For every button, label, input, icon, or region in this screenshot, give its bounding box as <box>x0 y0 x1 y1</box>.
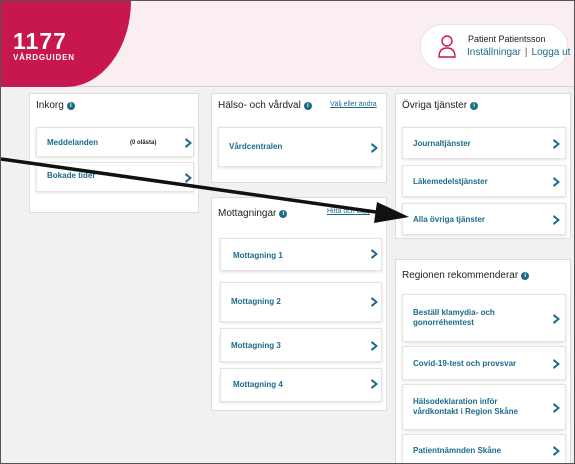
all-other-services-item[interactable]: Alla övriga tjänster <box>402 203 566 235</box>
clinic-label: Mottagning 4 <box>233 380 283 389</box>
patient-board-label: Patientnämnden Skåne <box>413 446 502 455</box>
divider: | <box>524 47 528 58</box>
other-services-title-text: Övriga tjänster <box>402 100 468 111</box>
info-icon[interactable]: i <box>470 102 479 110</box>
inbox-card: Inkorg i Meddelanden (0 olästa) Bokade ti… <box>29 93 199 213</box>
page-frame: 1177 VÅRDGUIDEN Patient Patientsson Inst… <box>0 0 575 464</box>
health-declaration-line2: vårdkontakt i Region Skåne <box>413 407 518 416</box>
chevron-right-icon <box>185 173 192 183</box>
chevron-right-icon <box>371 297 378 307</box>
health-declaration-item[interactable]: Hälsodeklaration inför vårdkontakt i Reg… <box>402 384 566 430</box>
patient-board-item[interactable]: Patientnämnden Skåne <box>402 434 566 463</box>
chevron-right-icon <box>553 403 560 413</box>
info-icon[interactable]: i <box>303 102 312 110</box>
chlamydia-label-line1: Beställ klamydia- och <box>413 308 495 317</box>
logout-link[interactable]: Logga ut <box>532 47 571 58</box>
vardcentralen-item[interactable]: Vårdcentralen <box>218 127 382 167</box>
chevron-right-icon <box>553 139 560 149</box>
clinic-item-4[interactable]: Mottagning 4 <box>220 368 382 402</box>
inbox-bookings-item[interactable]: Bokade tider <box>36 162 194 192</box>
clinics-title-text: Mottagningar <box>218 208 277 219</box>
user-icon <box>438 35 456 58</box>
inbox-title: Inkorg i <box>36 100 75 111</box>
user-links: Inställningar | Logga ut <box>467 47 570 58</box>
logo[interactable]: 1177 VÅRDGUIDEN <box>1 1 131 87</box>
health-declaration-line1: Hälsodeklaration inför <box>413 397 498 406</box>
choose-change-link[interactable]: Välj eller ändra <box>330 101 377 108</box>
care-choice-title: Hälso- och vårdval i <box>218 100 312 111</box>
all-other-services-label: Alla övriga tjänster <box>413 215 486 224</box>
clinic-item-3[interactable]: Mottagning 3 <box>220 328 382 362</box>
messages-label: Meddelanden <box>47 138 99 147</box>
find-add-link[interactable]: Hitta och lägg <box>327 208 370 215</box>
chevron-right-icon <box>553 177 560 187</box>
chlamydia-label-line2: gonorréhemtest <box>413 318 474 327</box>
clinics-card: Mottagningar i Hitta och lägg Mottagning … <box>211 197 387 411</box>
care-choice-card: Hälso- och vårdval i Välj eller ändra Vår… <box>211 93 387 183</box>
logo-number: 1177 <box>13 28 67 54</box>
other-services-card: Övriga tjänster i Journaltjänster Läkemed… <box>395 93 571 239</box>
chevron-right-icon <box>553 215 560 225</box>
info-icon[interactable]: i <box>279 210 288 218</box>
info-icon[interactable]: i <box>66 102 75 110</box>
user-menu: Patient Patientsson Inställningar | Logga … <box>420 24 570 70</box>
inbox-messages-item[interactable]: Meddelanden (0 olästa) <box>36 127 194 157</box>
settings-link[interactable]: Inställningar <box>467 47 521 58</box>
user-name: Patient Patientsson <box>468 34 546 44</box>
unread-count: (0 olästa) <box>130 140 157 146</box>
journal-services-label: Journaltjänster <box>413 139 471 148</box>
inbox-title-text: Inkorg <box>36 100 64 111</box>
region-recommends-title-text: Regionen rekommenderar <box>402 270 519 281</box>
chevron-right-icon <box>371 249 378 259</box>
care-choice-title-text: Hälso- och vårdval <box>218 100 301 111</box>
info-icon[interactable]: i <box>521 272 530 280</box>
medication-services-item[interactable]: Läkemedelstjänster <box>402 165 566 197</box>
region-recommends-card: Regionen rekommenderar i Beställ klamydia… <box>395 259 571 463</box>
chevron-right-icon <box>371 143 378 153</box>
covid-test-item[interactable]: Covid-19-test och provsvar <box>402 346 566 380</box>
logo-name: VÅRDGUIDEN <box>13 53 75 62</box>
clinic-label: Mottagning 3 <box>231 341 281 350</box>
other-services-title: Övriga tjänster i <box>402 100 479 111</box>
chevron-right-icon <box>553 446 560 456</box>
region-recommends-title: Regionen rekommenderar i <box>402 270 530 281</box>
chevron-right-icon <box>185 138 192 148</box>
clinic-label: Mottagning 2 <box>231 297 281 306</box>
bookings-label: Bokade tider <box>47 171 96 180</box>
site-header: 1177 VÅRDGUIDEN Patient Patientsson Inst… <box>1 1 574 87</box>
chevron-right-icon <box>553 359 560 369</box>
clinic-label: Mottagning 1 <box>233 251 283 260</box>
chlamydia-test-item[interactable]: Beställ klamydia- och gonorréhemtest <box>402 294 566 342</box>
covid-test-label: Covid-19-test och provsvar <box>413 359 517 368</box>
chevron-right-icon <box>371 341 378 351</box>
chevron-right-icon <box>553 314 560 324</box>
chevron-right-icon <box>371 379 378 389</box>
clinic-item-1[interactable]: Mottagning 1 <box>220 238 382 271</box>
vardcentralen-label: Vårdcentralen <box>229 142 283 151</box>
medication-services-label: Läkemedelstjänster <box>413 177 488 186</box>
clinics-title: Mottagningar i <box>218 208 288 219</box>
clinic-item-2[interactable]: Mottagning 2 <box>220 282 382 322</box>
journal-services-item[interactable]: Journaltjänster <box>402 127 566 159</box>
